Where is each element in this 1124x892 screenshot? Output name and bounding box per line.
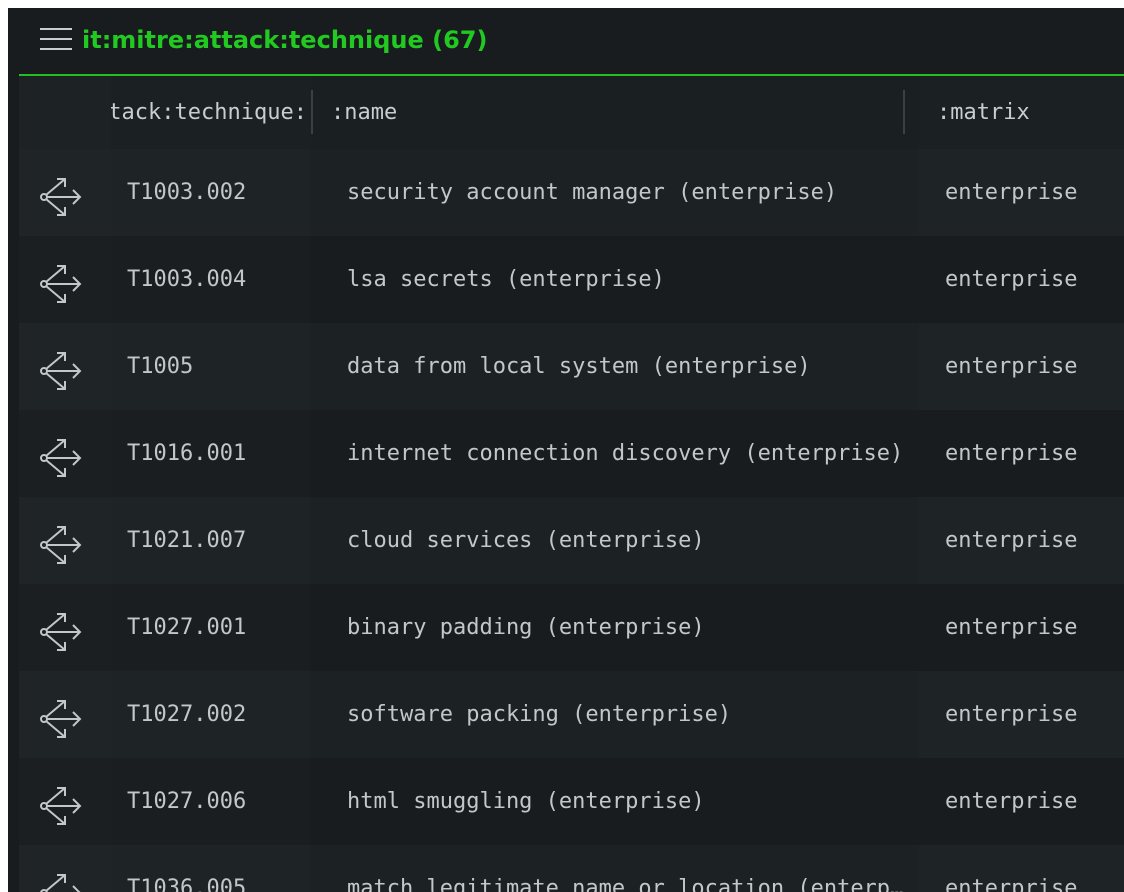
row-icon-cell[interactable] bbox=[19, 758, 111, 845]
cell-matrix[interactable]: enterprise bbox=[919, 584, 1124, 671]
cell-technique[interactable]: T1021.007 bbox=[111, 497, 311, 584]
cell-name[interactable]: software packing (enterprise) bbox=[313, 671, 917, 758]
node-relation-icon[interactable] bbox=[38, 257, 84, 303]
cell-matrix[interactable]: enterprise bbox=[919, 323, 1124, 410]
row-icon-cell[interactable] bbox=[19, 497, 111, 584]
cell-matrix[interactable]: enterprise bbox=[919, 671, 1124, 758]
row-icon-cell[interactable] bbox=[19, 236, 111, 323]
cell-matrix[interactable]: enterprise bbox=[919, 497, 1124, 584]
column-header-matrix[interactable]: :matrix bbox=[919, 76, 1124, 149]
cell-technique[interactable]: T1005 bbox=[111, 323, 311, 410]
cell-name[interactable]: html smuggling (enterprise) bbox=[313, 758, 917, 845]
cell-name[interactable]: binary padding (enterprise) bbox=[313, 584, 917, 671]
table-header: :it:mitre:attack:technique :name :matrix bbox=[19, 76, 1124, 149]
row-icon-cell[interactable] bbox=[19, 323, 111, 410]
column-header-icon bbox=[19, 76, 111, 149]
table-row[interactable]: T1036.005 match legitimate name or locati… bbox=[19, 845, 1124, 892]
node-relation-icon[interactable] bbox=[38, 605, 84, 651]
column-header-name[interactable]: :name bbox=[313, 76, 917, 149]
table-row[interactable]: T1021.007 cloud services (enterprise) ente… bbox=[19, 497, 1124, 584]
table-row[interactable]: T1016.001 internet connection discovery (… bbox=[19, 410, 1124, 497]
node-relation-icon[interactable] bbox=[38, 518, 84, 564]
hamburger-menu-icon[interactable] bbox=[40, 27, 72, 51]
results-table: :it:mitre:attack:technique :name :matrix… bbox=[19, 76, 1124, 892]
table-row[interactable]: T1027.001 binary padding (enterprise) ente… bbox=[19, 584, 1124, 671]
cell-technique[interactable]: T1027.002 bbox=[111, 671, 311, 758]
cell-name[interactable]: internet connection discovery (enterpris… bbox=[313, 410, 917, 497]
node-relation-icon[interactable] bbox=[38, 344, 84, 390]
node-relation-icon[interactable] bbox=[38, 779, 84, 825]
cell-matrix[interactable]: enterprise bbox=[919, 410, 1124, 497]
node-relation-icon[interactable] bbox=[38, 692, 84, 738]
cell-name[interactable]: match legitimate name or location (enter… bbox=[313, 845, 917, 892]
row-icon-cell[interactable] bbox=[19, 845, 111, 892]
cell-name[interactable]: data from local system (enterprise) bbox=[313, 323, 917, 410]
cell-technique[interactable]: T1016.001 bbox=[111, 410, 311, 497]
node-relation-icon[interactable] bbox=[38, 866, 84, 892]
cell-technique[interactable]: T1003.002 bbox=[111, 149, 311, 236]
node-relation-icon[interactable] bbox=[38, 170, 84, 216]
row-icon-cell[interactable] bbox=[19, 410, 111, 497]
row-icon-cell[interactable] bbox=[19, 584, 111, 671]
cell-technique[interactable]: T1027.001 bbox=[111, 584, 311, 671]
panel-header: it:mitre:attack:technique (67) bbox=[8, 8, 1124, 74]
cell-technique[interactable]: T1027.006 bbox=[111, 758, 311, 845]
table-body: T1003.002 security account manager (enter… bbox=[19, 149, 1124, 892]
table-row[interactable]: T1027.002 software packing (enterprise) en… bbox=[19, 671, 1124, 758]
page-title: it:mitre:attack:technique (67) bbox=[82, 26, 488, 54]
node-relation-icon[interactable] bbox=[38, 431, 84, 477]
cell-name[interactable]: cloud services (enterprise) bbox=[313, 497, 917, 584]
cell-name[interactable]: security account manager (enterprise) bbox=[313, 149, 917, 236]
cell-matrix[interactable]: enterprise bbox=[919, 236, 1124, 323]
table-row[interactable]: T1027.006 html smuggling (enterprise) ente… bbox=[19, 758, 1124, 845]
table-row[interactable]: T1003.004 lsa secrets (enterprise) enterpr… bbox=[19, 236, 1124, 323]
column-resize-handle[interactable] bbox=[903, 90, 905, 134]
column-header-technique[interactable]: :it:mitre:attack:technique bbox=[111, 76, 311, 149]
results-panel: it:mitre:attack:technique (67) :it:mitre… bbox=[8, 8, 1124, 892]
table-row[interactable]: T1005 data from local system (enterprise)… bbox=[19, 323, 1124, 410]
cell-matrix[interactable]: enterprise bbox=[919, 758, 1124, 845]
cell-technique[interactable]: T1036.005 bbox=[111, 845, 311, 892]
row-icon-cell[interactable] bbox=[19, 671, 111, 758]
cell-matrix[interactable]: enterprise bbox=[919, 845, 1124, 892]
cell-name[interactable]: lsa secrets (enterprise) bbox=[313, 236, 917, 323]
cell-matrix[interactable]: enterprise bbox=[919, 149, 1124, 236]
cell-technique[interactable]: T1003.004 bbox=[111, 236, 311, 323]
table-row[interactable]: T1003.002 security account manager (enter… bbox=[19, 149, 1124, 236]
row-icon-cell[interactable] bbox=[19, 149, 111, 236]
